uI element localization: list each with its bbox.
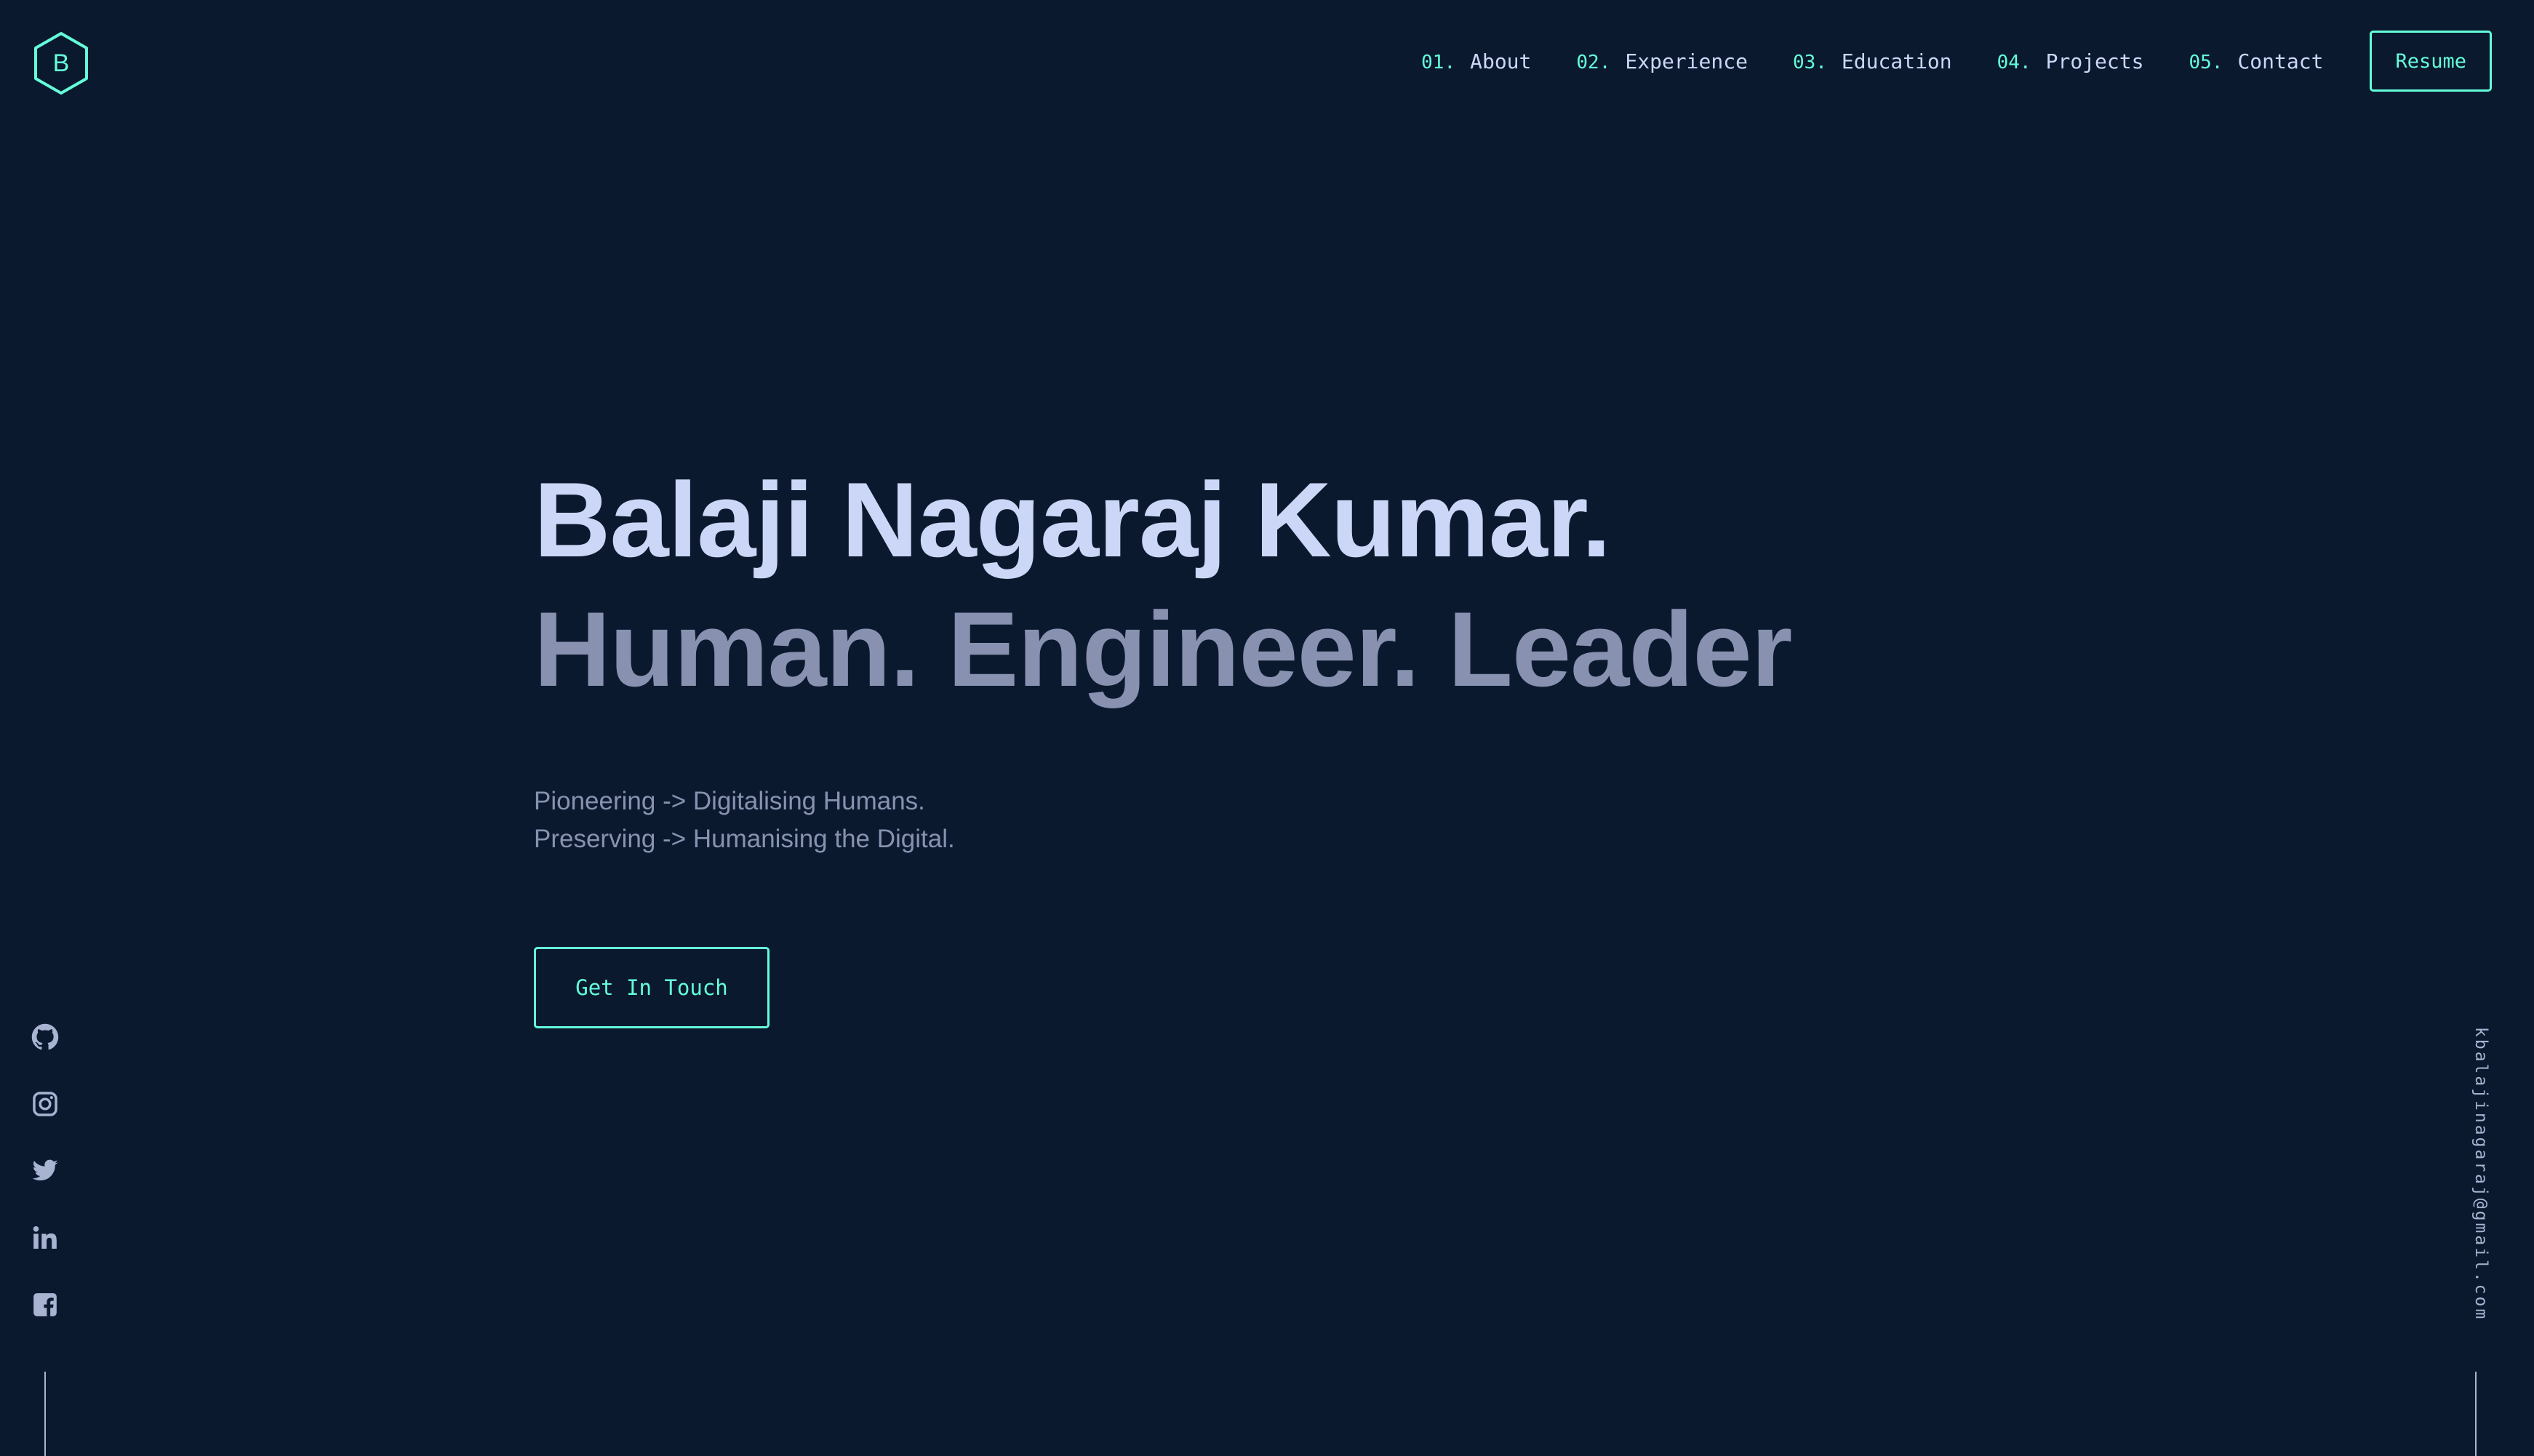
instagram-icon	[33, 1092, 57, 1116]
nav-label: About	[1470, 49, 1532, 73]
nav-link-about[interactable]: 01. About	[1421, 49, 1531, 73]
github-link[interactable]	[29, 1021, 61, 1053]
nav-number: 03.	[1792, 51, 1827, 73]
nav-number: 04.	[1997, 51, 2031, 73]
twitter-link[interactable]	[29, 1155, 61, 1187]
email-link[interactable]: kbalajinagaraj@gmail.com	[2461, 1027, 2490, 1332]
nav-link-experience[interactable]: 02. Experience	[1576, 49, 1748, 73]
nav-label: Experience	[1625, 49, 1748, 73]
nav-link-contact[interactable]: 05. Contact	[2189, 49, 2323, 73]
top-nav: 01. About 02. Experience 03. Education 0…	[1421, 31, 2492, 92]
nav-number: 05.	[2189, 51, 2223, 73]
facebook-icon	[33, 1293, 57, 1316]
nav-label: Projects	[2045, 49, 2144, 73]
linkedin-icon	[33, 1226, 57, 1249]
hero-description-line: Pioneering -> Digitalising Humans.	[534, 787, 925, 815]
hero-description: Pioneering -> Digitalising Humans. Prese…	[534, 783, 1792, 858]
nav-label: Education	[1841, 49, 1952, 73]
hero-section: Balaji Nagaraj Kumar. Human. Engineer. L…	[534, 458, 1792, 1028]
twitter-icon	[32, 1159, 58, 1181]
hero-name: Balaji Nagaraj Kumar.	[534, 460, 1611, 579]
hero-description-line: Preserving -> Humanising the Digital.	[534, 825, 955, 853]
nav-number: 01.	[1421, 51, 1456, 73]
get-in-touch-button[interactable]: Get In Touch	[534, 947, 770, 1028]
github-icon	[31, 1023, 59, 1050]
nav-label: Contact	[2237, 49, 2324, 73]
hero-tagline: Human. Engineer. Leader	[534, 590, 1792, 708]
instagram-link[interactable]	[29, 1088, 61, 1120]
nav-number: 02.	[1576, 51, 1611, 73]
facebook-link[interactable]	[29, 1289, 61, 1321]
logo[interactable]: B	[32, 31, 90, 96]
right-rail-line	[2475, 1372, 2477, 1456]
nav-link-projects[interactable]: 04. Projects	[1997, 49, 2144, 73]
nav-link-education[interactable]: 03. Education	[1793, 49, 1952, 73]
social-links	[29, 1021, 61, 1356]
resume-button[interactable]: Resume	[2370, 31, 2492, 92]
logo-letter: B	[52, 49, 70, 77]
linkedin-link[interactable]	[29, 1222, 61, 1254]
left-rail-line	[44, 1372, 46, 1456]
